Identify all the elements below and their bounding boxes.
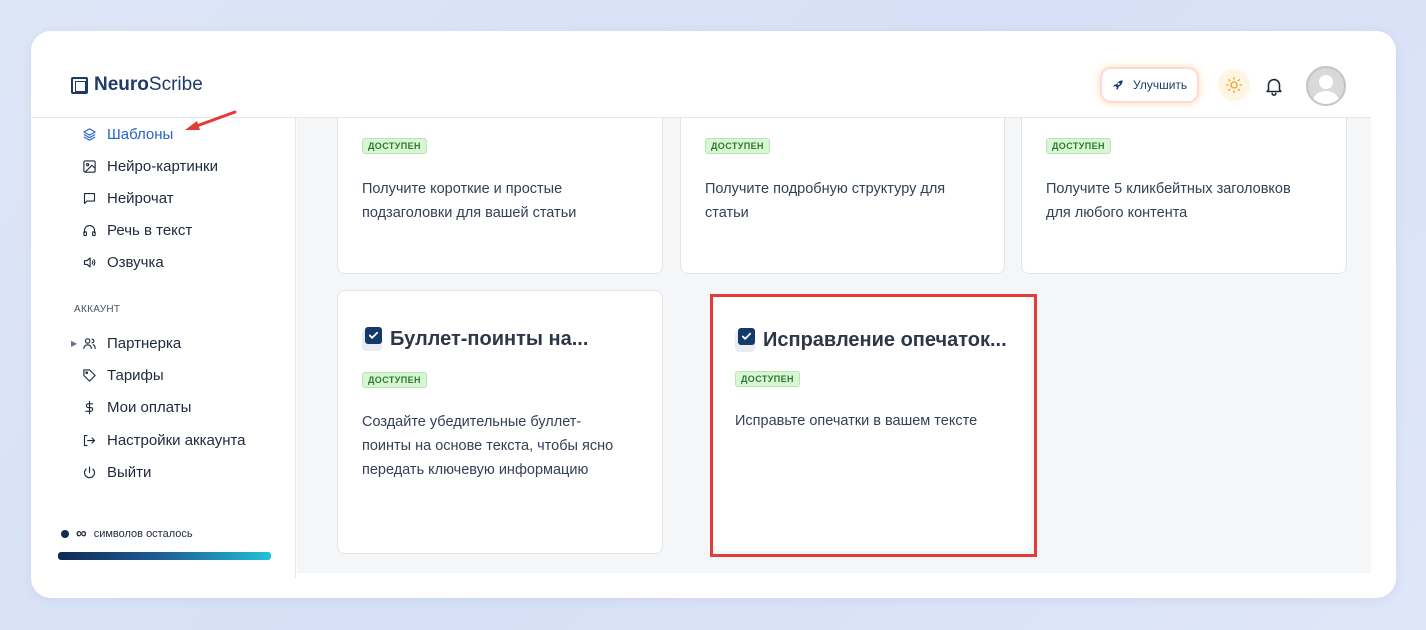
status-badge: ДОСТУПЕН	[362, 138, 427, 154]
sidebar-item-logout[interactable]: Выйти	[81, 462, 151, 482]
status-badge: ДОСТУПЕН	[705, 138, 770, 154]
template-card[interactable]: ДОСТУПЕН Получите подробную структуру дл…	[680, 118, 1005, 274]
app-window: NeuroScribe Улучшить Шаблоны Нейро-карти…	[31, 31, 1396, 598]
status-dot	[61, 529, 69, 538]
annotation-arrow-icon	[185, 110, 237, 130]
dollar-icon	[81, 399, 97, 415]
sidebar-item-label: Мои оплаты	[107, 398, 192, 416]
sidebar-item-label: Партнерка	[107, 334, 182, 352]
sidebar-item-tariffs[interactable]: Тарифы	[81, 365, 164, 385]
sun-icon	[1225, 76, 1243, 94]
logo-text: NeuroScribe	[94, 74, 203, 95]
sidebar-item-neurochat[interactable]: Нейрочат	[81, 188, 174, 208]
credits-remaining: ∞ символов осталось	[61, 525, 193, 542]
sidebar-item-label: Нейро-картинки	[107, 157, 218, 175]
sidebar-item-neuro-images[interactable]: Нейро-картинки	[81, 156, 218, 176]
bell-icon[interactable]	[1263, 75, 1285, 97]
sidebar-item-payments[interactable]: Мои оплаты	[81, 397, 191, 417]
highlight-frame	[710, 294, 1037, 557]
logo-icon	[71, 76, 88, 94]
sidebar-item-label: Тарифы	[107, 366, 164, 384]
avatar[interactable]	[1306, 66, 1346, 106]
top-header: NeuroScribe Улучшить	[31, 31, 1371, 118]
checkbox-icon	[362, 327, 384, 351]
credits-text: символов осталось	[93, 527, 193, 540]
headphones-icon	[81, 222, 97, 238]
status-badge: ДОСТУПЕН	[362, 372, 427, 388]
layers-icon	[81, 126, 97, 142]
rocket-icon	[1113, 80, 1123, 90]
sidebar-item-label: Настройки аккаунта	[107, 431, 246, 449]
credits-progress-bar	[58, 552, 271, 560]
card-description: Получите 5 кликбейтных заголовков для лю…	[1046, 181, 1291, 221]
credits-symbol: ∞	[76, 525, 87, 542]
sidebar-item-label: Нейрочат	[107, 189, 174, 207]
login-icon	[81, 432, 97, 448]
chat-icon	[81, 190, 97, 206]
user-avatar-icon	[1312, 75, 1340, 104]
template-card[interactable]: ДОСТУПЕН Получите короткие и простые под…	[337, 118, 663, 274]
power-icon	[81, 464, 97, 480]
sidebar-item-partners[interactable]: Партнерка	[81, 333, 181, 353]
upgrade-label: Улучшить	[1133, 78, 1188, 92]
logo[interactable]: NeuroScribe	[71, 74, 203, 96]
theme-toggle[interactable]	[1218, 69, 1250, 101]
speaker-icon	[81, 254, 97, 270]
status-badge: ДОСТУПЕН	[1046, 138, 1111, 154]
sidebar-item-account-settings[interactable]: Настройки аккаунта	[81, 430, 246, 450]
template-card[interactable]: Буллет-поинты на... ДОСТУПЕН Создайте уб…	[337, 290, 663, 554]
card-title: Буллет-поинты на...	[362, 327, 588, 351]
sidebar-item-templates[interactable]: Шаблоны	[81, 124, 173, 144]
upgrade-button[interactable]: Улучшить	[1102, 69, 1198, 101]
card-description: Получите короткие и простые подзаголовки…	[362, 181, 577, 221]
image-icon	[81, 158, 97, 174]
expand-caret-icon[interactable]: ▶	[71, 339, 77, 348]
card-description: Создайте убедительные буллет-поинты на о…	[362, 414, 614, 478]
sidebar-item-label: Озвучка	[107, 253, 164, 271]
account-section-label: АККАУНТ	[74, 304, 121, 315]
templates-grid: ДОСТУПЕН Получите короткие и простые под…	[297, 118, 1371, 573]
sidebar-item-label: Шаблоны	[107, 125, 174, 143]
sidebar-item-label: Выйти	[107, 463, 152, 481]
template-card[interactable]: ДОСТУПЕН Получите 5 кликбейтных заголовк…	[1021, 118, 1347, 274]
users-icon	[81, 335, 97, 351]
sidebar-item-label: Речь в текст	[107, 221, 193, 239]
card-description: Получите подробную структуру для статьи	[705, 181, 946, 221]
sidebar-item-speech-to-text[interactable]: Речь в текст	[81, 220, 192, 240]
sidebar: Шаблоны Нейро-картинки Нейрочат Речь в т…	[31, 118, 296, 578]
sidebar-item-voiceover[interactable]: Озвучка	[81, 252, 164, 272]
tag-icon	[81, 367, 97, 383]
